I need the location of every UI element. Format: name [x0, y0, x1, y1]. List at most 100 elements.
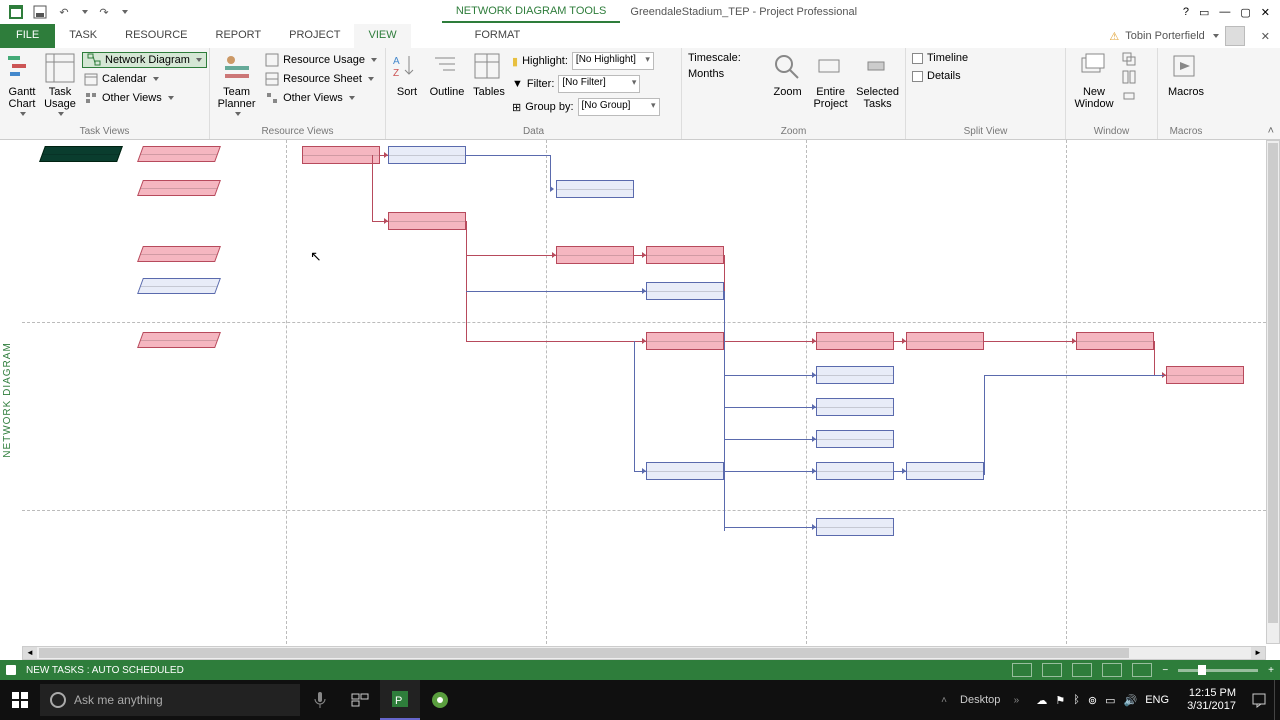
- task-node[interactable]: [816, 366, 894, 384]
- vertical-scrollbar[interactable]: [1266, 140, 1280, 644]
- task-node[interactable]: [137, 146, 221, 162]
- outline-button[interactable]: Outline: [428, 52, 466, 98]
- task-node[interactable]: [816, 430, 894, 448]
- selected-tasks-button[interactable]: Selected Tasks: [856, 52, 899, 110]
- ribbon-display-icon[interactable]: ▭: [1199, 6, 1209, 19]
- task-node[interactable]: [816, 462, 894, 480]
- hide-window-icon[interactable]: [1122, 88, 1136, 102]
- macros-button[interactable]: Macros: [1164, 52, 1208, 98]
- task-node[interactable]: [906, 332, 984, 350]
- sort-button[interactable]: AZSort: [392, 52, 422, 98]
- entire-project-button[interactable]: Entire Project: [811, 52, 850, 110]
- tab-task[interactable]: TASK: [55, 24, 111, 48]
- save-icon[interactable]: [32, 4, 48, 20]
- tab-format[interactable]: FORMAT: [461, 24, 535, 48]
- tray-volume-icon[interactable]: 🔊: [1124, 694, 1138, 707]
- zoom-out-icon[interactable]: −: [1162, 665, 1168, 676]
- vscroll-thumb[interactable]: [1268, 143, 1278, 623]
- task-node[interactable]: [816, 398, 894, 416]
- scroll-right-icon[interactable]: ►: [1251, 647, 1265, 659]
- task-node[interactable]: [646, 282, 724, 300]
- tray-battery-icon[interactable]: ▭: [1105, 694, 1115, 707]
- new-window-button[interactable]: New Window: [1072, 52, 1116, 110]
- details-checkbox[interactable]: Details: [912, 70, 968, 82]
- undo-button[interactable]: ↶: [56, 4, 72, 20]
- task-node[interactable]: [388, 212, 466, 230]
- task-node[interactable]: [816, 518, 894, 536]
- tray-security-icon[interactable]: ⚑: [1055, 694, 1065, 707]
- view-team-planner-icon[interactable]: [1072, 663, 1092, 677]
- timeline-checkbox[interactable]: Timeline: [912, 52, 968, 64]
- tab-resource[interactable]: RESOURCE: [111, 24, 201, 48]
- taskbar-app-camtasia[interactable]: [420, 680, 460, 720]
- arrange-all-icon[interactable]: [1122, 70, 1136, 84]
- maximize-icon[interactable]: ▢: [1240, 6, 1250, 19]
- task-node[interactable]: [137, 278, 221, 294]
- highlight-combo[interactable]: [No Highlight]: [572, 52, 654, 70]
- scroll-left-icon[interactable]: ◄: [23, 647, 37, 659]
- other-task-views-button[interactable]: Other Views: [82, 90, 207, 106]
- task-node[interactable]: [137, 246, 221, 262]
- zoom-slider[interactable]: [1178, 669, 1258, 672]
- task-node[interactable]: [816, 332, 894, 350]
- tray-bluetooth-icon[interactable]: ᛒ: [1073, 694, 1080, 706]
- task-node[interactable]: [137, 332, 221, 348]
- tab-report[interactable]: REPORT: [202, 24, 276, 48]
- horizontal-scrollbar[interactable]: ◄ ►: [22, 646, 1266, 660]
- network-diagram-button[interactable]: Network Diagram: [82, 52, 207, 68]
- tables-button[interactable]: Tables: [472, 52, 506, 98]
- switch-windows-icon[interactable]: [1122, 52, 1136, 66]
- start-button[interactable]: [0, 680, 40, 720]
- task-node[interactable]: [556, 246, 634, 264]
- task-node[interactable]: [906, 462, 984, 480]
- task-node[interactable]: [1166, 366, 1244, 384]
- scroll-up-icon[interactable]: ˄: [934, 680, 954, 720]
- zoom-button[interactable]: Zoom: [770, 52, 805, 98]
- redo-button[interactable]: ↷: [96, 4, 112, 20]
- minimize-icon[interactable]: —: [1219, 6, 1230, 19]
- help-icon[interactable]: ?: [1183, 6, 1189, 19]
- view-resource-sheet-icon[interactable]: [1102, 663, 1122, 677]
- task-node[interactable]: [646, 462, 724, 480]
- group-combo[interactable]: [No Group]: [578, 98, 660, 116]
- task-node[interactable]: [556, 180, 634, 198]
- qat-customize-icon[interactable]: [122, 10, 128, 14]
- tray-lang[interactable]: ENG: [1145, 694, 1169, 706]
- action-center-icon[interactable]: [1244, 680, 1274, 720]
- task-node[interactable]: [39, 146, 123, 162]
- taskbar-app-project[interactable]: P: [380, 680, 420, 720]
- resource-sheet-button[interactable]: Resource Sheet: [263, 71, 379, 87]
- resource-usage-button[interactable]: Resource Usage: [263, 52, 379, 68]
- view-report-icon[interactable]: [1132, 663, 1152, 677]
- desktop-toolbar[interactable]: Desktop: [954, 694, 1006, 706]
- tab-project[interactable]: PROJECT: [275, 24, 354, 48]
- other-resource-views-button[interactable]: Other Views: [263, 90, 379, 106]
- user-name[interactable]: Tobin Porterfield: [1125, 30, 1205, 42]
- task-node[interactable]: [302, 146, 380, 164]
- tray-expand-icon[interactable]: »: [1006, 680, 1026, 720]
- task-node[interactable]: [1076, 332, 1154, 350]
- user-avatar[interactable]: [1225, 26, 1245, 46]
- task-view-icon[interactable]: [340, 680, 380, 720]
- app-close-icon[interactable]: ✕: [1261, 30, 1270, 43]
- taskbar-clock[interactable]: 12:15 PM 3/31/2017: [1179, 687, 1244, 713]
- user-dropdown-icon[interactable]: [1213, 34, 1219, 38]
- filter-combo[interactable]: [No Filter]: [558, 75, 640, 93]
- undo-dropdown-icon[interactable]: [82, 10, 88, 14]
- tray-onedrive-icon[interactable]: ☁: [1036, 694, 1047, 707]
- gantt-chart-button[interactable]: Gantt Chart: [6, 52, 38, 116]
- network-diagram-canvas[interactable]: ↖: [22, 140, 1266, 644]
- view-gantt-icon[interactable]: [1012, 663, 1032, 677]
- task-node[interactable]: [388, 146, 466, 164]
- task-node[interactable]: [646, 332, 724, 350]
- tab-file[interactable]: FILE: [0, 24, 55, 48]
- tray-network-icon[interactable]: ⊚: [1088, 694, 1097, 707]
- hscroll-thumb[interactable]: [39, 648, 1129, 658]
- task-usage-button[interactable]: Task Usage: [44, 52, 76, 116]
- collapse-ribbon-icon[interactable]: ˄: [1268, 125, 1274, 137]
- calendar-button[interactable]: Calendar: [82, 71, 207, 87]
- tab-view[interactable]: VIEW: [354, 24, 410, 48]
- task-node[interactable]: [646, 246, 724, 264]
- zoom-in-icon[interactable]: +: [1268, 665, 1274, 676]
- close-icon[interactable]: ✕: [1261, 6, 1270, 19]
